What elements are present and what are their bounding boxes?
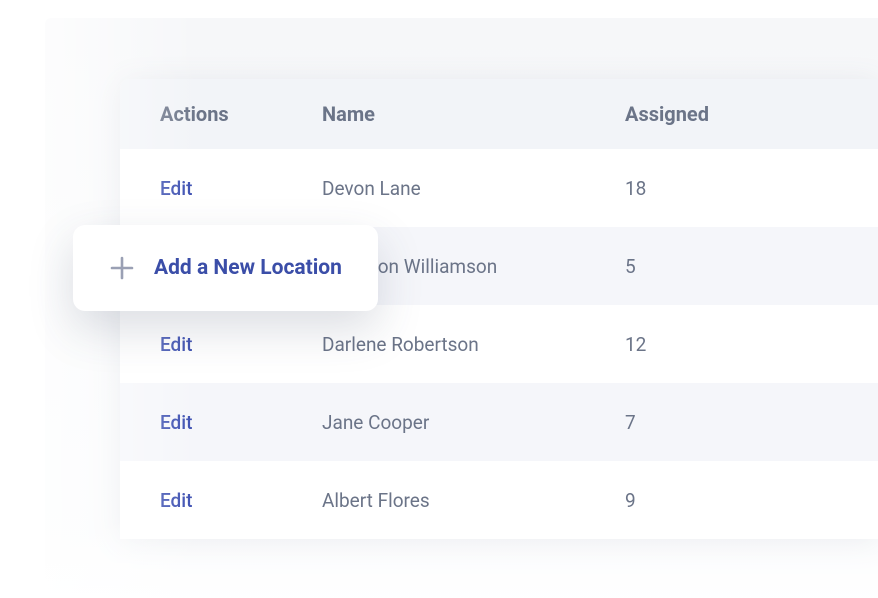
column-header-actions: Actions: [120, 102, 322, 126]
row-assigned: 18: [625, 177, 646, 200]
row-assigned: 5: [625, 255, 636, 278]
row-assigned: 9: [625, 489, 636, 512]
add-location-label: Add a New Location: [154, 256, 342, 280]
table-row: Edit Albert Flores 9: [120, 461, 878, 539]
table-row: Edit Devon Lane 18: [120, 149, 878, 227]
column-header-name: Name: [322, 102, 625, 126]
edit-link[interactable]: Edit: [160, 333, 192, 356]
edit-link[interactable]: Edit: [160, 177, 192, 200]
row-name: Albert Flores: [322, 489, 430, 512]
add-location-button[interactable]: Add a New Location: [73, 225, 378, 311]
plus-icon: [109, 255, 135, 281]
row-name: Jane Cooper: [322, 411, 429, 434]
table-row: Edit Darlene Robertson 12: [120, 305, 878, 383]
row-name: Darlene Robertson: [322, 333, 479, 356]
table-body: Edit Devon Lane 18 Edit Cameron Williams…: [120, 149, 878, 539]
table-row: Edit Jane Cooper 7: [120, 383, 878, 461]
row-assigned: 12: [625, 333, 646, 356]
row-name: Devon Lane: [322, 177, 421, 200]
edit-link[interactable]: Edit: [160, 411, 192, 434]
column-header-assigned: Assigned: [625, 102, 878, 126]
edit-link[interactable]: Edit: [160, 489, 192, 512]
row-assigned: 7: [625, 411, 636, 434]
table-header-row: Actions Name Assigned: [120, 79, 878, 149]
